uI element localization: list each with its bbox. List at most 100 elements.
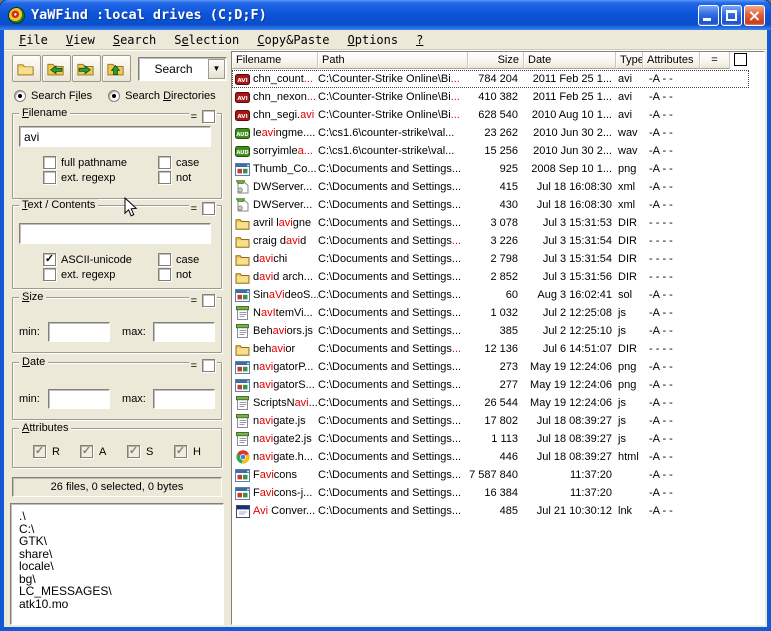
path-cell: C:\Documents and Settings... <box>318 451 468 463</box>
forward-button[interactable] <box>72 55 101 82</box>
back-arrow-icon <box>47 61 64 77</box>
text-ext-regexp-checkbox[interactable]: ext. regexp <box>43 268 158 281</box>
column-header-path[interactable]: Path <box>318 52 468 69</box>
column-header-date[interactable]: Date <box>524 52 616 69</box>
menu-item-copypaste[interactable]: Copy&Paste <box>248 32 338 48</box>
file-row[interactable]: avril lavigneC:\Documents and Settings..… <box>232 214 749 232</box>
date-eq-checkbox[interactable] <box>202 359 215 372</box>
size-cell: 60 <box>468 289 524 301</box>
path-cell: C:\Documents and Settings... <box>318 433 468 445</box>
attributes-cell: -A - - <box>643 163 700 175</box>
date-min-input[interactable] <box>48 389 110 409</box>
attributes-cell: - - - - <box>643 343 700 355</box>
filename-cell: DWServer... <box>232 180 318 194</box>
file-row[interactable]: AVIchn_segi.aviC:\Counter-Strike Online\… <box>232 106 749 124</box>
menu-item-file[interactable]: File <box>10 32 57 48</box>
attribute-h-checkbox[interactable]: ✓H <box>174 445 221 458</box>
maximize-button[interactable] <box>721 5 742 26</box>
file-row[interactable]: ScriptsNavi...C:\Documents and Settings.… <box>232 394 749 412</box>
file-row[interactable]: AVIchn_nexon...C:\Counter-Strike Online\… <box>232 88 749 106</box>
search-combo-dropdown[interactable]: ▼ <box>208 59 225 79</box>
file-row[interactable]: navigatorP...C:\Documents and Settings..… <box>232 358 749 376</box>
file-row[interactable]: navigate2.jsC:\Documents and Settings...… <box>232 430 749 448</box>
attribute-s-checkbox[interactable]: ✓S <box>127 445 174 458</box>
date-max-input[interactable] <box>153 389 215 409</box>
file-row[interactable]: navigatorS...C:\Documents and Settings..… <box>232 376 749 394</box>
header-select-checkbox[interactable] <box>734 53 747 66</box>
size-min-input[interactable] <box>48 322 110 342</box>
attributes-cell: -A - - <box>643 325 700 337</box>
titlebar[interactable]: YaWFind :local drives (C;D;F) × <box>0 0 771 30</box>
text-ascii-unicode-checkbox[interactable]: ✓ASCII-unicode <box>43 253 158 266</box>
file-row[interactable]: Avi Conver...C:\Documents and Settings..… <box>232 502 749 520</box>
menu-item-view[interactable]: View <box>57 32 104 48</box>
filename-text: NavItemVi... <box>253 307 313 319</box>
attribute-r-checkbox[interactable]: ✓R <box>33 445 80 458</box>
search-combo[interactable]: Search ▼ <box>138 57 227 81</box>
file-row[interactable]: david arch...C:\Documents and Settings..… <box>232 268 749 286</box>
path-cell: C:\Documents and Settings... <box>318 235 468 247</box>
file-row[interactable]: SinaVideoS...C:\Documents and Settings..… <box>232 286 749 304</box>
filename-text: behavior <box>253 343 295 355</box>
search-files-radio[interactable]: Search Files <box>14 90 92 102</box>
size-cell: 385 <box>468 325 524 337</box>
file-row[interactable]: davichiC:\Documents and Settings...2 798… <box>232 250 749 268</box>
filename-eq-checkbox[interactable] <box>202 110 215 123</box>
radio-checked-icon <box>108 90 120 102</box>
close-button[interactable]: × <box>744 5 765 26</box>
menu-item-selection[interactable]: Selection <box>165 32 248 48</box>
file-row[interactable]: FaviconsC:\Documents and Settings...7 58… <box>232 466 749 484</box>
menu-item-options[interactable]: Options <box>339 32 408 48</box>
size-eq-checkbox[interactable] <box>202 294 215 307</box>
folder-icon <box>234 217 251 230</box>
up-button[interactable] <box>102 55 131 82</box>
filename-full-pathname-checkbox[interactable]: full pathname <box>43 156 158 169</box>
text-not-checkbox[interactable]: not <box>158 268 199 281</box>
attributes-cell: -A - - <box>643 505 700 517</box>
file-row[interactable]: navigate.jsC:\Documents and Settings...1… <box>232 412 749 430</box>
menu-item-help[interactable]: ? <box>407 32 432 48</box>
minimize-button[interactable] <box>698 5 719 26</box>
date-cell: Jul 2 12:25:08 <box>524 307 616 319</box>
filename-not-checkbox[interactable]: not <box>158 171 199 184</box>
column-header-eq[interactable]: = <box>700 52 730 69</box>
file-row[interactable]: Thumb_Co...C:\Documents and Settings...9… <box>232 160 749 178</box>
path-cell: C:\Documents and Settings... <box>318 505 468 517</box>
date-group: Date = min: max: <box>12 362 222 420</box>
search-directories-radio[interactable]: Search Directories <box>108 90 216 102</box>
attributes-cell: -A - - <box>643 307 700 319</box>
open-folder-button[interactable] <box>12 55 41 82</box>
filename-text: DWServer... <box>253 199 312 211</box>
file-row[interactable]: Behaviors.jsC:\Documents and Settings...… <box>232 322 749 340</box>
menu-item-search[interactable]: Search <box>104 32 165 48</box>
file-row[interactable]: craig davidC:\Documents and Settings...3… <box>232 232 749 250</box>
text-eq-checkbox[interactable] <box>202 202 215 215</box>
text-case-checkbox[interactable]: case <box>158 253 199 266</box>
file-row[interactable]: AVIchn_count...C:\Counter-Strike Online\… <box>232 70 749 88</box>
path-cell: C:\cs1.6\counter-strike\val... <box>318 127 468 139</box>
column-header-size[interactable]: Size <box>468 52 524 69</box>
filename-input[interactable] <box>19 126 211 147</box>
file-row[interactable]: behaviorC:\Documents and Settings...12 1… <box>232 340 749 358</box>
file-row[interactable]: DWServer...C:\Documents and Settings...4… <box>232 178 749 196</box>
type-cell: js <box>616 397 643 409</box>
filename-case-checkbox[interactable]: case <box>158 156 199 169</box>
attribute-a-checkbox[interactable]: ✓A <box>80 445 127 458</box>
file-row[interactable]: AUDsorryimlea...C:\cs1.6\counter-strike\… <box>232 142 749 160</box>
text-contents-input[interactable] <box>19 223 211 244</box>
filename-text: navigatorP... <box>253 361 313 373</box>
file-row[interactable]: DWServer...C:\Documents and Settings...4… <box>232 196 749 214</box>
path-listbox[interactable]: .\C:\GTK\share\locale\bg\LC_MESSAGES\atk… <box>10 503 224 625</box>
column-header-type[interactable]: Type <box>616 52 643 69</box>
size-max-input[interactable] <box>153 322 215 342</box>
file-row[interactable]: NavItemVi...C:\Documents and Settings...… <box>232 304 749 322</box>
filename-ext-regexp-checkbox[interactable]: ext. regexp <box>43 171 158 184</box>
column-header-filename[interactable]: Filename <box>232 52 318 69</box>
column-header-attrs[interactable]: Attributes <box>643 52 700 69</box>
file-row[interactable]: navigate.h...C:\Documents and Settings..… <box>232 448 749 466</box>
attributes-cell: -A - - <box>643 127 700 139</box>
file-row[interactable]: AUDleavingme....C:\cs1.6\counter-strike\… <box>232 124 749 142</box>
back-button[interactable] <box>42 55 71 82</box>
file-row[interactable]: Favicons-j...C:\Documents and Settings..… <box>232 484 749 502</box>
attributes-cell: -A - - <box>643 289 700 301</box>
